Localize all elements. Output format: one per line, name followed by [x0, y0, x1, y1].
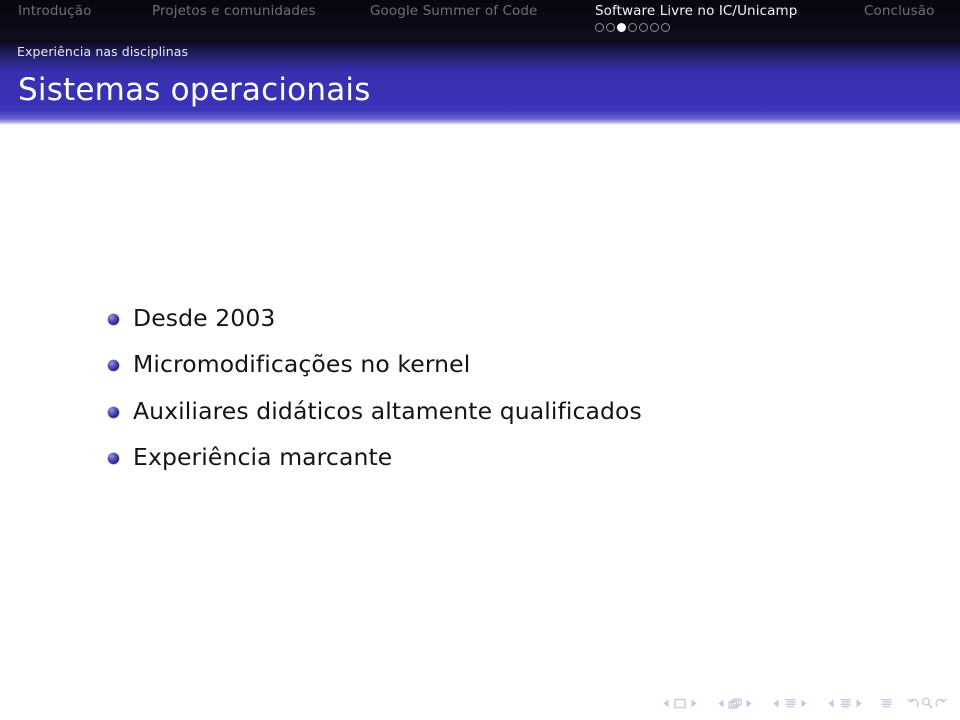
list-item: Experiência marcante	[108, 444, 888, 470]
list-item-label: Auxiliares didáticos altamente qualifica…	[133, 396, 642, 425]
bullet-sphere-icon	[108, 452, 119, 464]
list-item: Micromodificações no kernel	[108, 350, 888, 379]
bullet-sphere-icon	[108, 406, 119, 418]
document-button[interactable]	[879, 695, 893, 711]
section-nav-label: Projetos e comunidades	[152, 3, 316, 19]
section-indicator-button[interactable]	[838, 695, 852, 711]
subsection-title: Experiência nas disciplinas	[17, 44, 189, 59]
next-triangle-icon	[855, 698, 864, 709]
next-triangle-icon	[745, 698, 754, 709]
previous-slide-button[interactable]	[659, 695, 673, 711]
page-title: Sistemas operacionais	[18, 72, 371, 108]
list-item: Auxiliares didáticos altamente qualifica…	[108, 396, 888, 425]
document-lines-icon	[881, 698, 892, 709]
section-lines-icon	[840, 698, 851, 709]
section-nav-item-4[interactable]: Software Livre no IC/Unicamp	[595, 4, 797, 33]
list-item-label: Experiência marcante	[133, 442, 393, 471]
beamer-slide: Introdução Projetos e comunidades Google S…	[0, 0, 960, 720]
frame-navigation	[714, 695, 756, 711]
section-slide-dots	[595, 21, 797, 33]
next-slide-button[interactable]	[687, 695, 701, 711]
previous-subsection-button[interactable]	[769, 695, 783, 711]
list-item-label: Micromodificações no kernel	[133, 350, 471, 379]
presentation-navigation	[879, 695, 893, 711]
prev-triangle-icon	[662, 698, 671, 709]
next-subsection-button[interactable]	[797, 695, 811, 711]
slide-indicator-button[interactable]	[673, 695, 687, 711]
search-icon	[921, 697, 933, 709]
prev-triangle-icon	[827, 698, 836, 709]
subsection-lines-icon	[785, 698, 796, 709]
section-nav-label: Google Summer of Code	[370, 3, 538, 19]
bullet-sphere-icon	[108, 314, 119, 325]
prev-triangle-icon	[717, 698, 726, 709]
section-nav-item-5[interactable]: Conclusão	[864, 4, 934, 18]
prev-triangle-icon	[772, 698, 781, 709]
slide-dot[interactable]	[628, 23, 637, 33]
section-nav-label: Conclusão	[864, 3, 935, 19]
frames-stack-icon	[728, 697, 742, 709]
back-arrow-icon	[907, 697, 919, 709]
slide-dot[interactable]	[661, 23, 670, 33]
section-nav-label: Software Livre no IC/Unicamp	[595, 3, 798, 19]
next-triangle-icon	[800, 698, 809, 709]
list-item-label: Desde 2003	[133, 304, 276, 332]
navigation-symbols	[659, 692, 948, 714]
next-triangle-icon	[690, 698, 699, 709]
section-nav-item-1[interactable]: Introdução	[18, 4, 91, 18]
previous-frame-button[interactable]	[714, 695, 728, 711]
slide-dot[interactable]	[606, 23, 615, 33]
next-section-button[interactable]	[852, 695, 866, 711]
forward-arrow-icon	[935, 697, 947, 709]
go-forward-button[interactable]	[934, 695, 948, 711]
next-frame-button[interactable]	[742, 695, 756, 711]
slide-dot-current[interactable]	[617, 23, 626, 33]
section-nav-label: Introdução	[18, 3, 92, 19]
slide-icon	[674, 698, 686, 709]
slide-dot[interactable]	[639, 23, 648, 33]
slide-dot[interactable]	[595, 23, 604, 33]
subsection-navigation	[769, 695, 811, 711]
list-item: Desde 2003	[108, 305, 888, 331]
subsection-indicator-button[interactable]	[783, 695, 797, 711]
slide-dot[interactable]	[650, 23, 659, 33]
section-nav-item-3[interactable]: Google Summer of Code	[370, 4, 537, 18]
frame-indicator-button[interactable]	[728, 695, 742, 711]
history-navigation	[906, 695, 948, 711]
bullet-list: Desde 2003 Micromodificações no kernel Aux…	[108, 305, 888, 490]
previous-section-button[interactable]	[824, 695, 838, 711]
search-button[interactable]	[920, 695, 934, 711]
go-back-button[interactable]	[906, 695, 920, 711]
section-nav-item-2[interactable]: Projetos e comunidades	[152, 4, 316, 18]
bullet-sphere-icon	[108, 360, 119, 372]
section-navigation	[824, 695, 866, 711]
slide-navigation	[659, 695, 701, 711]
slide-content: Desde 2003 Micromodificações no kernel Aux…	[0, 125, 960, 680]
